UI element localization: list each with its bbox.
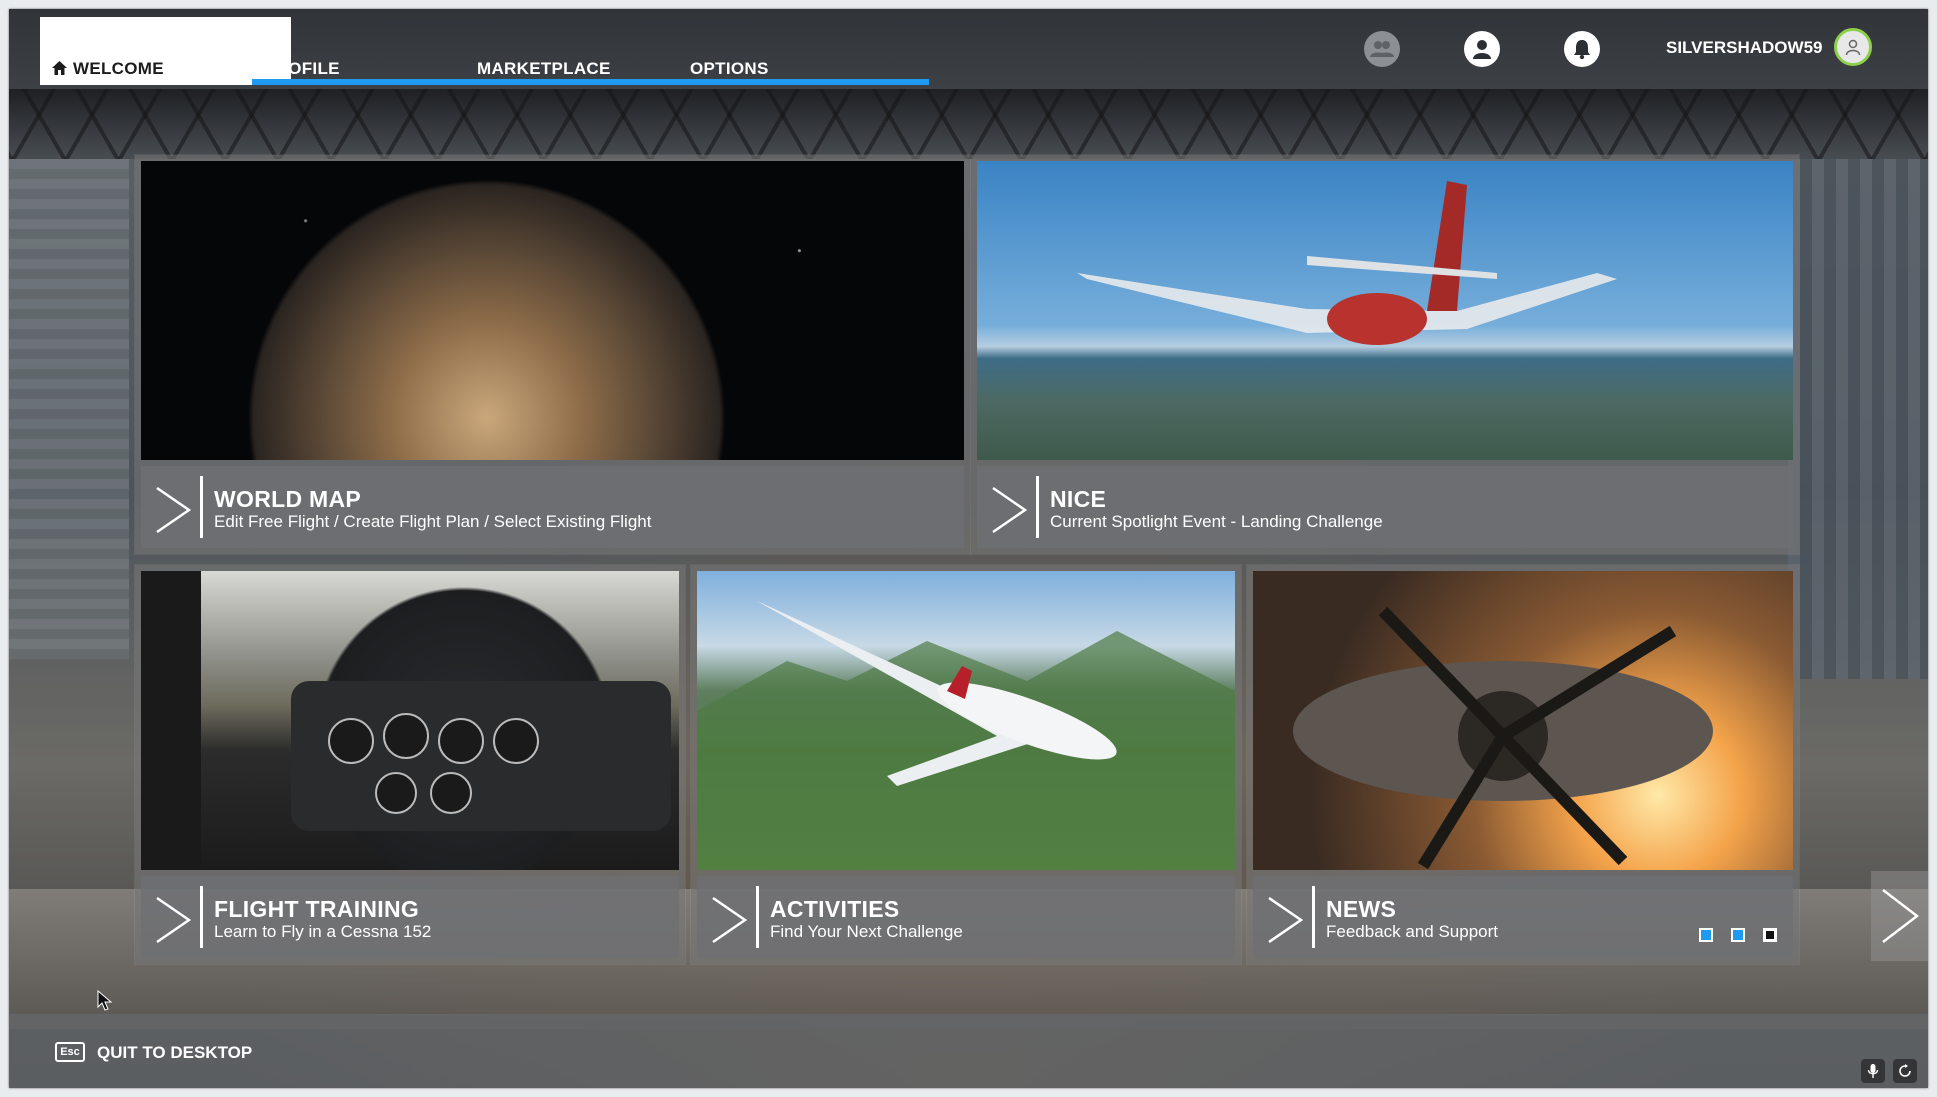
news-image xyxy=(1253,571,1793,870)
divider xyxy=(756,886,759,948)
tab-options-label: OPTIONS xyxy=(690,59,769,78)
avatar[interactable] xyxy=(1834,28,1872,66)
hangar-wall-left xyxy=(9,159,129,659)
loading-icon xyxy=(1899,1064,1911,1077)
profile-button[interactable] xyxy=(1464,31,1500,67)
flight-training-card[interactable]: FLIGHT TRAINING Learn to Fly in a Cessna… xyxy=(135,565,685,964)
divider xyxy=(1312,886,1315,948)
card-subtitle: Learn to Fly in a Cessna 152 xyxy=(214,922,432,941)
activities-image xyxy=(697,571,1235,870)
airplane-illustration xyxy=(697,601,1235,870)
news-page-dot-3[interactable] xyxy=(1763,928,1777,942)
news-card-footer: NEWS Feedback and Support xyxy=(1253,876,1793,958)
divider xyxy=(200,476,203,538)
news-pagination xyxy=(1699,928,1777,942)
chevron-right-icon xyxy=(156,896,192,944)
card-subtitle: Feedback and Support xyxy=(1326,922,1499,941)
world-map-card[interactable]: WORLD MAP Edit Free Flight / Create Flig… xyxy=(135,155,970,554)
app-window: WELCOME PROFILE MARKETPLACE OPTIONS SILV… xyxy=(9,9,1928,1088)
esc-key-icon: Esc xyxy=(55,1042,85,1062)
home-icon xyxy=(52,61,67,75)
tab-welcome-label: WELCOME xyxy=(73,59,164,78)
flight-training-card-footer: FLIGHT TRAINING Learn to Fly in a Cessna… xyxy=(141,876,679,958)
next-page-button[interactable] xyxy=(1871,871,1928,961)
tab-profile-label: PROFILE xyxy=(264,59,340,78)
tab-options[interactable]: OPTIONS xyxy=(678,17,929,85)
chevron-right-icon xyxy=(1268,896,1304,944)
friends-icon xyxy=(1370,41,1394,57)
avatar-icon xyxy=(1845,39,1861,56)
divider xyxy=(1036,476,1039,538)
chevron-right-icon xyxy=(712,896,748,944)
world-map-image xyxy=(141,161,964,460)
cockpit-illustration xyxy=(141,571,671,870)
friends-button[interactable] xyxy=(1364,31,1400,67)
refresh-button[interactable] xyxy=(1893,1059,1917,1083)
airplane-illustration xyxy=(1293,606,1713,870)
card-subtitle: Current Spotlight Event - Landing Challe… xyxy=(1050,512,1383,531)
nice-spotlight-image xyxy=(977,161,1793,460)
hangar-wall-right xyxy=(1788,159,1928,679)
profile-icon xyxy=(1473,40,1491,59)
tab-marketplace-label: MARKETPLACE xyxy=(477,59,611,78)
chevron-right-icon xyxy=(1882,889,1920,943)
mouse-cursor-icon xyxy=(97,990,113,1011)
card-title: ACTIVITIES xyxy=(770,896,900,922)
hangar-truss-background xyxy=(9,89,1928,159)
card-subtitle: Edit Free Flight / Create Flight Plan / … xyxy=(214,512,652,531)
card-title: NEWS xyxy=(1326,896,1397,922)
username-label: SILVERSHADOW59 xyxy=(1666,38,1823,57)
microphone-button[interactable] xyxy=(1861,1059,1885,1083)
notifications-button[interactable] xyxy=(1564,31,1600,67)
tab-options-underline xyxy=(678,79,929,85)
nice-card-footer: NICE Current Spotlight Event - Landing C… xyxy=(977,466,1793,548)
news-card[interactable]: NEWS Feedback and Support xyxy=(1247,565,1799,964)
world-map-card-footer: WORLD MAP Edit Free Flight / Create Flig… xyxy=(141,466,964,548)
quit-to-desktop-button[interactable]: QUIT TO DESKTOP xyxy=(97,1043,252,1063)
notifications-icon xyxy=(1574,40,1590,60)
flight-training-image xyxy=(141,571,679,870)
news-page-dot-1[interactable] xyxy=(1699,928,1713,942)
chevron-right-icon xyxy=(156,486,192,534)
top-navigation-bar: WELCOME PROFILE MARKETPLACE OPTIONS SILV… xyxy=(9,9,1928,89)
news-page-dot-2[interactable] xyxy=(1731,928,1745,942)
divider xyxy=(200,886,203,948)
microphone-icon xyxy=(1867,1064,1879,1078)
nice-spotlight-card[interactable]: NICE Current Spotlight Event - Landing C… xyxy=(971,155,1799,554)
bottom-bar: Esc QUIT TO DESKTOP xyxy=(9,1014,1928,1088)
card-subtitle: Find Your Next Challenge xyxy=(770,922,963,941)
card-title: FLIGHT TRAINING xyxy=(214,896,420,922)
card-title: NICE xyxy=(1050,486,1107,512)
card-title: WORLD MAP xyxy=(214,486,362,512)
chevron-right-icon xyxy=(992,486,1028,534)
activities-card-footer: ACTIVITIES Find Your Next Challenge xyxy=(697,876,1235,958)
airplane-illustration xyxy=(1077,181,1617,345)
activities-card[interactable]: ACTIVITIES Find Your Next Challenge xyxy=(691,565,1241,964)
